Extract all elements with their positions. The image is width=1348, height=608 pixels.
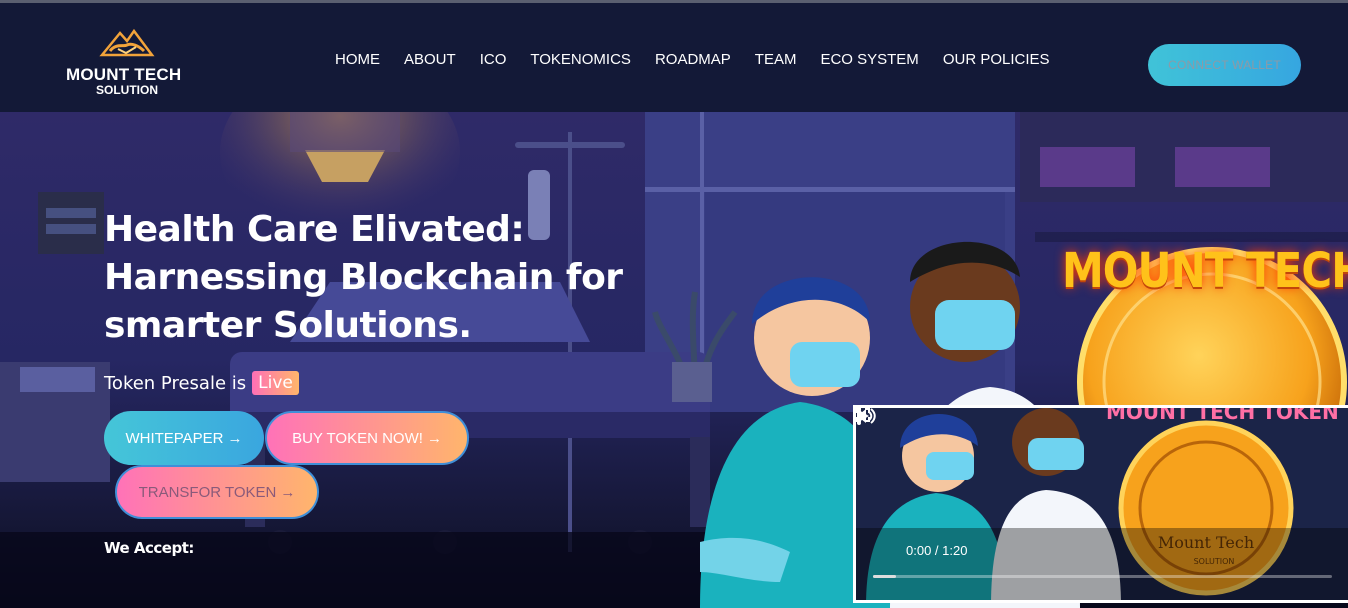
presale-status: Token Presale is Live [104, 371, 299, 395]
connect-wallet-button[interactable]: CONNECT WALLET [1148, 44, 1301, 86]
buy-token-button[interactable]: BUY TOKEN NOW! → [265, 411, 469, 465]
headline-line-3: smarter Solutions. [104, 305, 472, 346]
hero-section: Health Care Elivated: Harnessing Blockch… [0, 112, 1348, 608]
nav-our-policies[interactable]: OUR POLICIES [943, 51, 1050, 75]
transfer-token-label: TRANSFOR TOKEN [138, 483, 277, 501]
video-progress-track[interactable] [873, 575, 1332, 578]
more-options-icon[interactable] [856, 408, 862, 426]
nav-team[interactable]: TEAM [755, 51, 797, 75]
headline-line-1: Health Care Elivated: [104, 209, 525, 250]
hero-headline: Health Care Elivated: Harnessing Blockch… [104, 206, 664, 350]
nav-about[interactable]: ABOUT [404, 51, 456, 75]
logo-text-sub: SOLUTION [96, 83, 158, 97]
nav-eco-system[interactable]: ECO SYSTEM [820, 51, 918, 75]
logo-text-main: MOUNT TECH [66, 65, 182, 84]
video-progress-fill [873, 575, 896, 578]
nav-roadmap[interactable]: ROADMAP [655, 51, 731, 75]
video-player[interactable]: Mount Tech SOLUTION MOUNT TECH TOKEN 0:0… [853, 405, 1348, 603]
video-overlay-title: MOUNT TECH TOKEN [1106, 405, 1339, 424]
arrow-right-icon: → [227, 429, 243, 447]
main-nav: HOME ABOUT ICO TOKENOMICS ROADMAP TEAM E… [323, 51, 1062, 75]
logo[interactable]: MOUNT TECH SOLUTION [66, 25, 196, 101]
we-accept-label: We Accept: [104, 539, 194, 557]
buy-token-label: BUY TOKEN NOW! [292, 429, 423, 447]
transfer-token-button[interactable]: TRANSFOR TOKEN → [115, 465, 319, 519]
token-title: MOUNT TECH TOKEN [1062, 242, 1348, 299]
nav-ico[interactable]: ICO [480, 51, 507, 75]
presale-text: Token Presale is [104, 372, 247, 394]
whitepaper-button[interactable]: WHITEPAPER → [104, 411, 264, 465]
site-header: MOUNT TECH SOLUTION HOME ABOUT ICO TOKEN… [0, 3, 1348, 112]
handshake-logo-icon [99, 28, 155, 57]
headline-line-2: Harnessing Blockchain for [104, 257, 623, 298]
arrow-right-icon: → [426, 429, 442, 447]
nav-tokenomics[interactable]: TOKENOMICS [530, 51, 631, 75]
live-badge: Live [252, 371, 299, 395]
arrow-right-icon: → [280, 483, 296, 501]
nav-home[interactable]: HOME [335, 51, 380, 75]
video-frame: Mount Tech SOLUTION [856, 408, 1348, 600]
video-time: 0:00 / 1:20 [906, 543, 968, 558]
whitepaper-label: WHITEPAPER [125, 429, 224, 447]
